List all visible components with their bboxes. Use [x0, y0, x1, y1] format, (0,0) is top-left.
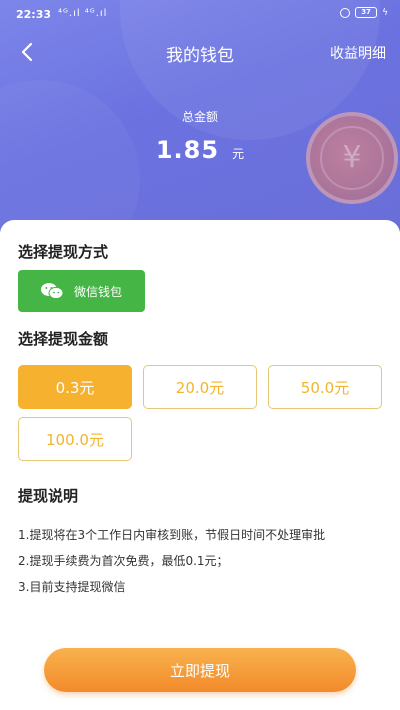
status-time: 22:33 — [16, 8, 52, 21]
earnings-detail-link[interactable]: 收益明细 — [330, 43, 386, 63]
amount-option-20[interactable]: 20.0元 — [143, 365, 257, 409]
charging-icon: ϟ — [382, 7, 388, 18]
nav-bar: 我的钱包 收益明细 — [0, 30, 400, 74]
instruction-line: 1.提现将在3个工作日内审核到账，节假日时间不处理审批 — [18, 528, 326, 542]
status-right: 37 ϟ — [340, 7, 388, 18]
wallet-header: 22:33 ⁴ᴳ.ıl ⁴ᴳ.ıl 37 ϟ 我的钱包 收益明细 总金额 1.8… — [0, 0, 400, 232]
wechat-icon — [41, 283, 64, 300]
wechat-wallet-label: 微信钱包 — [74, 284, 123, 299]
withdraw-card: 选择提现方式 微信钱包 选择提现金额 0.3元 20.0元 50.0元 100.… — [0, 220, 400, 710]
eye-icon — [340, 7, 351, 18]
battery-icon: 37 — [355, 7, 378, 18]
amount-option-0-3[interactable]: 0.3元 — [18, 365, 132, 409]
amount-option-100[interactable]: 100.0元 — [18, 417, 132, 461]
total-amount-unit: 元 — [232, 147, 245, 161]
withdraw-method-title: 选择提现方式 — [18, 243, 109, 261]
signal-icon: ⁴ᴳ.ıl ⁴ᴳ.ıl — [58, 8, 108, 19]
status-bar: 22:33 ⁴ᴳ.ıl ⁴ᴳ.ıl 37 ϟ — [0, 0, 400, 30]
wechat-wallet-button[interactable]: 微信钱包 — [18, 270, 145, 312]
yuan-symbol-icon: ¥ — [320, 126, 384, 190]
total-amount-value: 1.85 — [155, 136, 220, 164]
amount-option-50[interactable]: 50.0元 — [268, 365, 382, 409]
instruction-line: 2.提现手续费为首次免费，最低0.1元； — [18, 554, 229, 568]
withdraw-amount-title: 选择提现金额 — [18, 330, 109, 348]
instructions-title: 提现说明 — [18, 487, 79, 505]
instruction-line: 3.目前支持提现微信 — [18, 580, 126, 594]
yuan-coin-icon: ¥ — [306, 112, 398, 204]
withdraw-now-button[interactable]: 立即提现 — [44, 648, 356, 692]
